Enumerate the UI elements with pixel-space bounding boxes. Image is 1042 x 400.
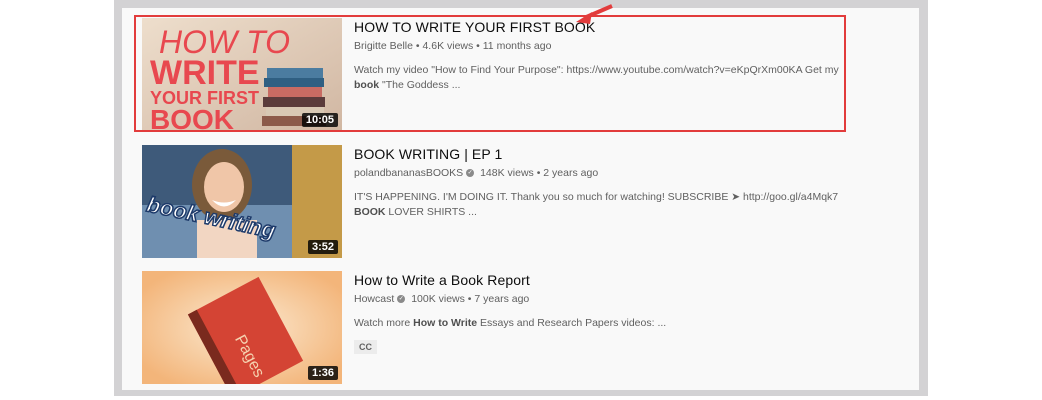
annotation-arrow-icon xyxy=(576,4,613,24)
